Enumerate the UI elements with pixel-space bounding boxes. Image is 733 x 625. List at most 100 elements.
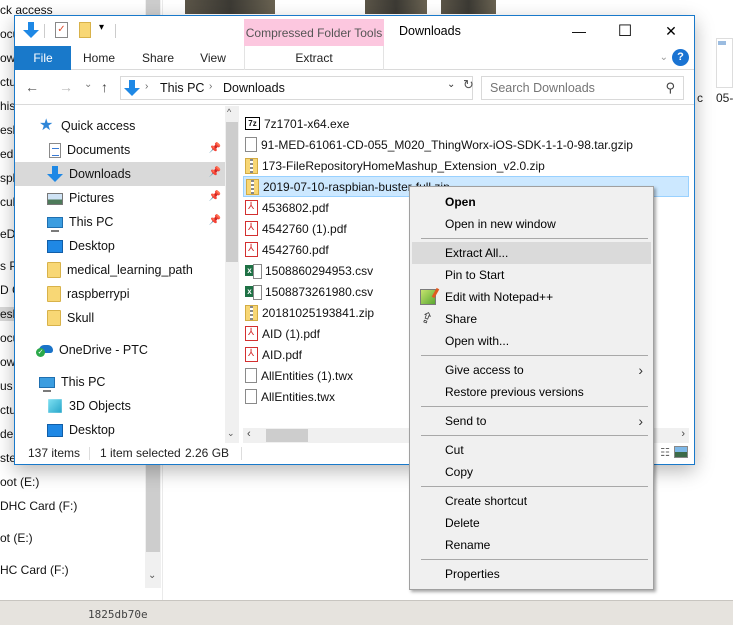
menu-item-restore-previous-versions[interactable]: Restore previous versions (412, 381, 651, 403)
nav-item-this-pc-pinned[interactable]: This PC 📌 (15, 210, 225, 234)
search-input[interactable] (482, 77, 652, 99)
details-view-icon[interactable]: ☷ (660, 446, 670, 459)
background-nav-item[interactable]: us (0, 379, 13, 393)
folder-icon (47, 310, 61, 326)
breadcrumb-separator[interactable]: › (145, 81, 148, 92)
chevron-down-icon[interactable]: ⌄ (148, 570, 156, 581)
excel-csv-file-icon (245, 284, 262, 300)
tab-file[interactable]: File (15, 46, 71, 70)
background-nav-item[interactable]: HC Card (F:) (0, 563, 69, 577)
file-row[interactable]: 91-MED-61061-CD-055_M020_ThingWorx-iOS-S… (243, 134, 689, 155)
up-button[interactable]: ↑ (101, 79, 108, 95)
breadcrumb-downloads[interactable]: Downloads (223, 81, 285, 95)
pin-icon[interactable]: 📌 (209, 143, 221, 154)
background-nav-item[interactable]: ed (0, 147, 13, 161)
breadcrumb-separator[interactable]: › (209, 81, 212, 92)
maximize-button[interactable]: ☐ (602, 16, 648, 46)
folder-icon (47, 286, 61, 302)
nav-item-onedrive[interactable]: OneDrive - PTC (15, 338, 225, 362)
search-icon[interactable]: ⚲ (665, 80, 675, 96)
background-code-text: 1825db70e (88, 608, 148, 621)
properties-icon[interactable]: ✓ (55, 22, 68, 38)
nav-item-3d-objects[interactable]: 3D Objects (15, 394, 225, 418)
nav-item-desktop-pc[interactable]: Desktop (15, 418, 225, 442)
menu-item-delete[interactable]: Delete (412, 512, 651, 534)
help-icon[interactable]: ? (672, 49, 689, 66)
tab-view[interactable]: View (187, 46, 239, 70)
menu-item-open[interactable]: Open (412, 191, 651, 213)
status-divider (89, 447, 90, 460)
navigation-bar: ← → ⌄ ↑ › This PC › Downloads ⌄ ↻ ⚲ (15, 71, 694, 105)
scroll-left-icon[interactable]: ‹ (247, 428, 251, 440)
large-icons-view-icon[interactable] (674, 446, 688, 458)
nav-item-quick-access[interactable]: Quick access (15, 114, 225, 138)
file-row[interactable]: 7z1701-x64.exe (243, 113, 689, 134)
scrollbar-thumb[interactable] (226, 122, 238, 262)
nav-item-documents[interactable]: Documents 📌 (15, 138, 225, 162)
menu-item-label: Share (445, 312, 478, 326)
pin-icon[interactable]: 📌 (209, 191, 221, 202)
menu-item-rename[interactable]: Rename (412, 534, 651, 556)
address-dropdown-icon[interactable]: ⌄ (447, 79, 455, 90)
background-scrollbar-thumb-lower[interactable] (146, 462, 160, 552)
file-name: AID (1).pdf (262, 326, 321, 341)
scroll-down-icon[interactable]: ⌄ (227, 428, 235, 439)
thumbnail-image[interactable] (365, 0, 427, 14)
close-button[interactable]: ✕ (648, 16, 694, 46)
nav-item-skull[interactable]: Skull (15, 306, 225, 330)
customize-toolbar-icon[interactable]: ▾ (99, 22, 104, 33)
file-name: 4536802.pdf (262, 200, 329, 215)
refresh-icon[interactable]: ↻ (463, 77, 474, 93)
menu-item-cut[interactable]: Cut (412, 439, 651, 461)
file-name: 4542760 (1).pdf (262, 221, 347, 236)
background-nav-item[interactable]: ot (E:) (0, 531, 33, 545)
pc-icon (39, 376, 55, 392)
file-row[interactable]: 173-FileRepositoryHomeMashup_Extension_v… (243, 155, 689, 176)
back-button[interactable]: ← (25, 79, 39, 95)
menu-item-share[interactable]: Share (412, 308, 651, 330)
menu-item-open-in-new-window[interactable]: Open in new window (412, 213, 651, 235)
nav-item-this-pc[interactable]: This PC (15, 370, 225, 394)
nav-item-raspberrypi[interactable]: raspberrypi (15, 282, 225, 306)
background-nav-item[interactable]: oot (E:) (0, 475, 39, 489)
document-thumbnail[interactable] (716, 38, 733, 88)
tab-share[interactable]: Share (131, 46, 185, 70)
menu-item-create-shortcut[interactable]: Create shortcut (412, 490, 651, 512)
nav-item-pictures[interactable]: Pictures 📌 (15, 186, 225, 210)
new-folder-icon[interactable] (79, 22, 91, 38)
nav-item-downloads[interactable]: Downloads 📌 (15, 162, 225, 186)
tab-home[interactable]: Home (71, 46, 127, 70)
menu-item-send-to[interactable]: Send to › (412, 410, 651, 432)
background-nav-item[interactable]: de (0, 427, 13, 441)
breadcrumb-this-pc[interactable]: This PC (160, 81, 204, 95)
menu-item-properties[interactable]: Properties (412, 563, 651, 585)
thumbnail-image[interactable] (185, 0, 275, 14)
forward-button[interactable]: → (59, 79, 73, 95)
address-bar[interactable]: › This PC › Downloads (120, 76, 473, 100)
scroll-up-icon[interactable]: ^ (227, 107, 231, 117)
menu-item-copy[interactable]: Copy (412, 461, 651, 483)
menu-item-give-access-to[interactable]: Give access to › (412, 359, 651, 381)
background-nav-item[interactable]: DHC Card (F:) (0, 499, 77, 513)
expand-ribbon-icon[interactable]: ⌄ (660, 52, 668, 63)
pin-icon[interactable]: 📌 (209, 167, 221, 178)
nav-item-desktop[interactable]: Desktop (15, 234, 225, 258)
scrollbar-thumb[interactable] (266, 429, 308, 442)
selection-size: 2.26 GB (185, 446, 230, 460)
menu-item-extract-all[interactable]: Extract All... (412, 242, 651, 264)
menu-item-pin-to-start[interactable]: Pin to Start (412, 264, 651, 286)
quick-access-downloads-icon[interactable] (23, 22, 39, 40)
recent-locations-button[interactable]: ⌄ (84, 79, 92, 90)
tab-extract[interactable]: Extract (244, 46, 384, 70)
menu-item-open-with[interactable]: Open with... (412, 330, 651, 352)
file-name: AllEntities (1).twx (261, 368, 354, 383)
menu-item-edit-with-notepadpp[interactable]: Edit with Notepad++ (412, 286, 651, 308)
scroll-right-icon[interactable]: › (681, 428, 685, 440)
thumbnail-image[interactable] (441, 0, 496, 14)
pin-icon[interactable]: 📌 (209, 215, 221, 226)
minimize-button[interactable]: — (556, 16, 602, 46)
nav-item-medical-learning-path[interactable]: medical_learning_path (15, 258, 225, 282)
search-box[interactable]: ⚲ (481, 76, 684, 100)
pc-icon (47, 216, 63, 232)
navigation-pane-scrollbar[interactable]: ^ ⌄ (225, 106, 239, 443)
